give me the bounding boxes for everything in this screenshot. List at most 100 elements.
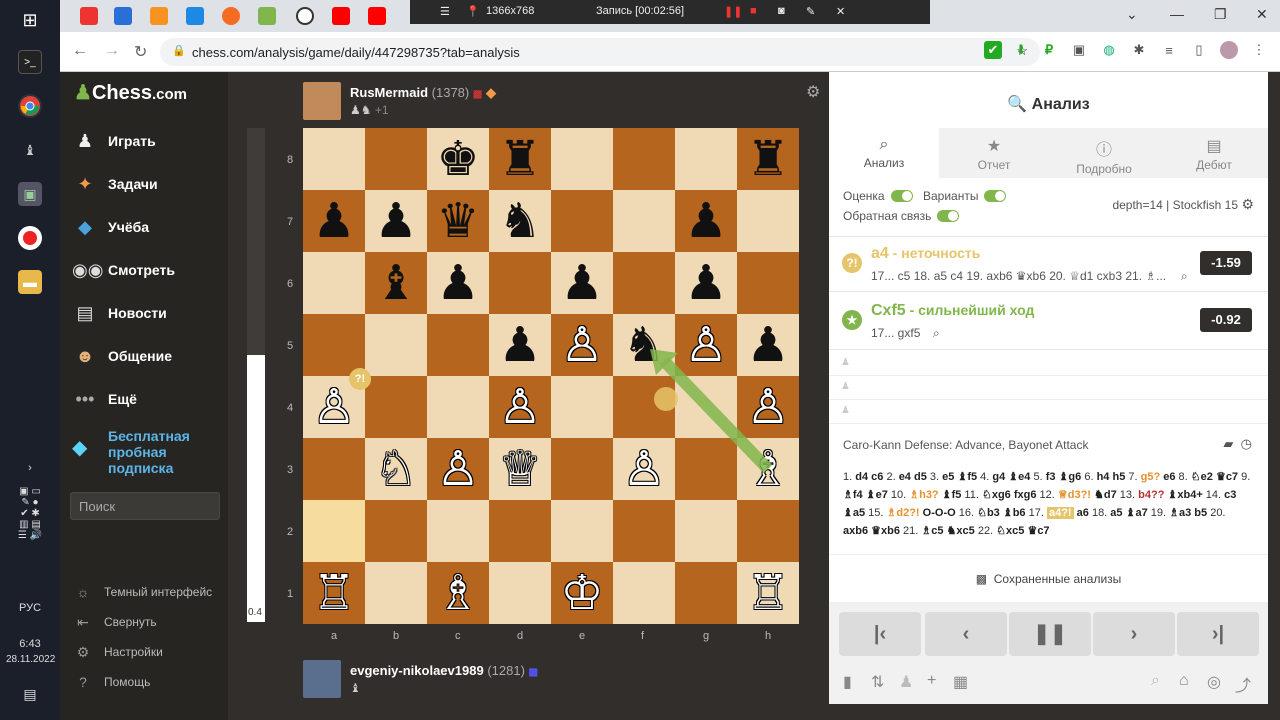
line-search-icon[interactable]: ⌕ bbox=[1181, 269, 1188, 284]
recorder-pin-icon[interactable]: 📍 bbox=[466, 5, 480, 18]
line-search-icon[interactable]: ⌕ bbox=[933, 326, 940, 341]
square-f7[interactable] bbox=[613, 190, 675, 252]
menu-dots-icon[interactable]: ⋮ bbox=[1250, 41, 1268, 59]
recorder-pause-icon[interactable]: ❚❚ bbox=[724, 5, 742, 18]
ext-icon[interactable]: ▣ bbox=[1070, 41, 1088, 59]
piece-c8[interactable]: ♚ bbox=[427, 128, 489, 190]
last-move-button[interactable]: ›| bbox=[1177, 612, 1259, 656]
tab-list-icon[interactable]: ⌄ bbox=[1126, 6, 1138, 23]
book-icon[interactable]: ▰ bbox=[1223, 436, 1233, 451]
ok-tab-icon[interactable] bbox=[150, 7, 168, 25]
top-player-name[interactable]: RusMermaid bbox=[350, 85, 428, 100]
clock-tab-icon[interactable] bbox=[296, 7, 314, 25]
add-icon[interactable]: + bbox=[927, 672, 936, 690]
playlist-icon[interactable]: ≡ bbox=[1160, 41, 1178, 59]
back-icon[interactable]: ← bbox=[72, 42, 88, 60]
feedback-switch[interactable] bbox=[937, 210, 960, 222]
variants-switch[interactable] bbox=[984, 190, 1007, 202]
keyboard-language[interactable]: РУС bbox=[6, 602, 54, 614]
square-e4[interactable] bbox=[551, 376, 613, 438]
chrome-taskbar-icon[interactable] bbox=[18, 94, 42, 118]
tab-opening[interactable]: ▤ Дебют bbox=[1159, 128, 1269, 178]
tab-analysis[interactable]: ⌕ Анализ bbox=[829, 128, 939, 178]
nav-more[interactable]: ••• Ещё bbox=[72, 384, 222, 414]
square-c2[interactable] bbox=[427, 500, 489, 562]
chesscom-logo[interactable]: ♟Chess.com bbox=[74, 80, 187, 105]
square-f4[interactable] bbox=[613, 376, 675, 438]
square-g4[interactable] bbox=[675, 376, 737, 438]
square-h6[interactable] bbox=[737, 252, 799, 314]
square-f6[interactable] bbox=[613, 252, 675, 314]
yandex-tab-icon[interactable] bbox=[80, 7, 98, 25]
chart-icon[interactable]: ▮ bbox=[843, 672, 852, 692]
help-link[interactable]: ? Помощь bbox=[74, 672, 150, 692]
prev-move-button[interactable]: ‹ bbox=[925, 612, 1007, 656]
puzzle-ext-icon[interactable]: ✱ bbox=[1130, 41, 1148, 59]
square-g1[interactable] bbox=[675, 562, 737, 624]
chessboard[interactable]: ♚ ♜ ♜ ♟ ♟ ♛ ♞ ♟ ♝ ♟ ♟ ♟ ♟ ♙ ♞ ♙ ♟ ♙ ♙ ♙ ♘ ♙ ♕ ♙ ♗ ♖ ♗ ♔ ♖?! bbox=[303, 128, 799, 624]
zoom-icon[interactable]: ⌕ bbox=[1151, 672, 1160, 690]
piece-h1[interactable]: ♖ bbox=[737, 562, 799, 624]
square-e8[interactable] bbox=[551, 128, 613, 190]
maximize-icon[interactable]: ❐ bbox=[1214, 6, 1227, 23]
move-list[interactable]: 1. d4 c6 2. e4 d5 3. e5 ♝f5 4. g4 ♝e4 5.… bbox=[843, 468, 1253, 540]
history-icon[interactable]: ◷ bbox=[1241, 436, 1252, 451]
square-c4[interactable] bbox=[427, 376, 489, 438]
square-b5[interactable] bbox=[365, 314, 427, 376]
profile-avatar[interactable] bbox=[1220, 41, 1238, 59]
board-settings-gear-icon[interactable]: ⚙ bbox=[806, 82, 820, 102]
square-a3[interactable] bbox=[303, 438, 365, 500]
reload-icon[interactable]: ↻ bbox=[134, 42, 147, 62]
square-a5[interactable] bbox=[303, 314, 365, 376]
engine-line-1[interactable]: ?! a4 - неточность 17... c5 18. a5 c4 19… bbox=[829, 236, 1268, 292]
bottom-player-name[interactable]: evgeniy-nikolaev1989 bbox=[350, 663, 484, 678]
setup-icon[interactable]: ▦ bbox=[953, 672, 968, 692]
sidepanel-icon[interactable]: ▯ bbox=[1190, 41, 1208, 59]
square-b4[interactable] bbox=[365, 376, 427, 438]
piece-c3[interactable]: ♙ bbox=[427, 438, 489, 500]
piece-b6[interactable]: ♝ bbox=[365, 252, 427, 314]
piece-e1[interactable]: ♔ bbox=[551, 562, 613, 624]
sidebar-search-input[interactable]: Поиск bbox=[70, 492, 220, 520]
square-b1[interactable] bbox=[365, 562, 427, 624]
nav-social[interactable]: ☻ Общение bbox=[72, 341, 222, 371]
square-b8[interactable] bbox=[365, 128, 427, 190]
square-a2[interactable] bbox=[303, 500, 365, 562]
clock-time[interactable]: 6:43 bbox=[6, 638, 54, 650]
chess-tab-icon[interactable] bbox=[258, 7, 276, 25]
piece-icon[interactable]: ♟ bbox=[899, 672, 913, 692]
square-g3[interactable] bbox=[675, 438, 737, 500]
download-ext-icon[interactable]: ⬇ bbox=[1012, 41, 1030, 59]
vpn-ext-icon[interactable]: ◍ bbox=[1100, 41, 1118, 59]
nav-news[interactable]: ▤ Новости bbox=[72, 298, 222, 328]
square-f8[interactable] bbox=[613, 128, 675, 190]
bottom-player-avatar[interactable] bbox=[303, 660, 341, 698]
square-h7[interactable] bbox=[737, 190, 799, 252]
piece-g7[interactable]: ♟ bbox=[675, 190, 737, 252]
explore-icon[interactable]: ◎ bbox=[1207, 672, 1221, 692]
piece-d3[interactable]: ♕ bbox=[489, 438, 551, 500]
piece-h5[interactable]: ♟ bbox=[737, 314, 799, 376]
url-input[interactable]: 🔒 chess.com/analysis/game/daily/44729873… bbox=[160, 38, 1040, 66]
eval-switch[interactable] bbox=[890, 190, 913, 202]
square-e3[interactable] bbox=[551, 438, 613, 500]
square-g8[interactable] bbox=[675, 128, 737, 190]
tray-chevron-icon[interactable]: › bbox=[6, 462, 54, 474]
next-move-button[interactable]: › bbox=[1093, 612, 1175, 656]
tab-details[interactable]: ⓘ Подробно bbox=[1049, 128, 1159, 178]
piece-e5[interactable]: ♙ bbox=[551, 314, 613, 376]
nav-puzzles[interactable]: ✦ Задачи bbox=[72, 169, 222, 199]
ruble-ext-icon[interactable]: ₽ bbox=[1040, 41, 1058, 59]
youtube-tab-icon[interactable] bbox=[332, 7, 350, 25]
nav-play[interactable]: ♟ Играть bbox=[72, 126, 222, 156]
youtube-tab-icon-2[interactable] bbox=[368, 7, 386, 25]
share-icon[interactable]: ⤴ bbox=[1235, 672, 1251, 696]
square-c5[interactable] bbox=[427, 314, 489, 376]
piece-c6[interactable]: ♟ bbox=[427, 252, 489, 314]
image-app-icon[interactable]: ▣ bbox=[18, 182, 42, 206]
library-icon[interactable]: ⌂ bbox=[1179, 672, 1189, 690]
square-g2[interactable] bbox=[675, 500, 737, 562]
engine-line-2[interactable]: ★ Cxf5 - сильнейший ход 17... gxf5 ⌕ -0.… bbox=[829, 294, 1268, 350]
tray-icons[interactable]: ▣ ▭ ✎ ● ✔ ✱ ▥ ▤ ☰ 🔊 bbox=[6, 486, 54, 541]
free-trial-link[interactable]: ◆ Бесплатная пробная подписка bbox=[72, 428, 222, 476]
